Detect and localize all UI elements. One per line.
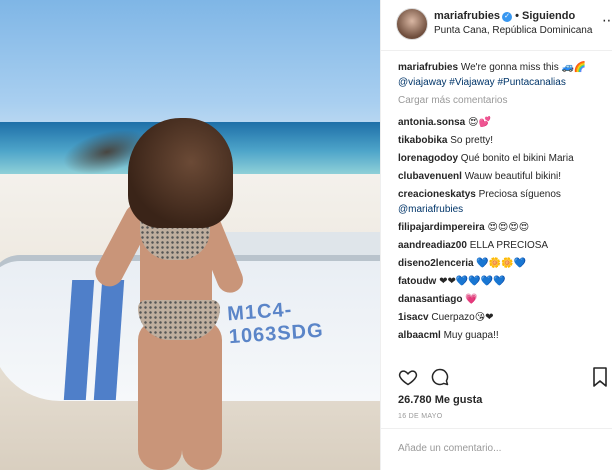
- comment-text: ELLA PRECIOSA: [469, 240, 549, 251]
- comment: diseno2lenceria 💙🌼🌼💙: [398, 256, 608, 271]
- comment-text: Wauw beautiful bikini!: [464, 171, 562, 182]
- comment-username[interactable]: lorenagodoy: [398, 153, 458, 164]
- load-more-comments-button[interactable]: Cargar más comentarios: [398, 93, 608, 108]
- comment: albaacml Muy guapa!!: [398, 328, 608, 343]
- caption: mariafrubies We're gonna miss this 🚙🌈 @v…: [398, 60, 608, 90]
- comment-username[interactable]: fatoudw: [398, 276, 436, 287]
- person-leg: [182, 320, 222, 470]
- comment-username[interactable]: danasantiago: [398, 294, 462, 305]
- comment-mention[interactable]: @mariafrubies: [398, 204, 463, 215]
- person-hair: [128, 118, 233, 228]
- verified-badge-icon: ✓: [502, 12, 513, 22]
- more-options-icon[interactable]: ⋯: [602, 12, 612, 29]
- post-author: mariafrubies ✓ • Siguiendo: [434, 10, 575, 22]
- comment-text: Muy guapa!!: [443, 330, 499, 341]
- comment-text: 😍💕: [468, 117, 491, 128]
- comment-username[interactable]: 1isacv: [398, 312, 429, 323]
- comment-text: Preciosa síguenos: [478, 189, 561, 200]
- location-link[interactable]: Punta Cana, República Dominicana: [434, 25, 592, 36]
- post-sidebar: mariafrubies ✓ • Siguiendo Punta Cana, Re…: [380, 0, 612, 470]
- comment: aandreadiaz00 ELLA PRECIOSA: [398, 238, 608, 253]
- post-date[interactable]: 16 DE MAYO: [398, 413, 443, 420]
- author-username[interactable]: mariafrubies: [434, 10, 500, 22]
- comment: filipajardimpereira 😍😍😍😍: [398, 220, 608, 235]
- comment-username[interactable]: filipajardimpereira: [398, 222, 485, 233]
- post-header: mariafrubies ✓ • Siguiendo Punta Cana, Re…: [381, 0, 612, 51]
- comment-username[interactable]: antonia.sonsa: [398, 117, 465, 128]
- post-photo[interactable]: M1C4-1063SDG: [0, 0, 380, 470]
- caption-hashtags[interactable]: @viajaway #Viajaway #Puntacanalias: [398, 77, 566, 88]
- caption-username[interactable]: mariafrubies: [398, 62, 458, 73]
- comment-text: ❤❤💙💙💙💙: [439, 276, 506, 287]
- comment: creacioneskatys Preciosa síguenos @maria…: [398, 187, 608, 217]
- caption-text: We're gonna miss this 🚙🌈: [460, 62, 587, 73]
- comment-text: So pretty!: [450, 135, 494, 146]
- comment: tikabobika So pretty!: [398, 133, 608, 148]
- comment: 1isacv Cuerpazo😘❤: [398, 310, 608, 325]
- comment-bubble-icon[interactable]: [430, 367, 450, 387]
- comment: fatoudw ❤❤💙💙💙💙: [398, 274, 608, 289]
- comment: lorenagodoy Qué bonito el bikini Maria: [398, 151, 608, 166]
- comments-section: mariafrubies We're gonna miss this 🚙🌈 @v…: [398, 60, 608, 346]
- comment: clubavenuenl Wauw beautiful bikini!: [398, 169, 608, 184]
- divider: [381, 428, 612, 429]
- comment-username[interactable]: clubavenuenl: [398, 171, 462, 182]
- comment-username[interactable]: albaacml: [398, 330, 441, 341]
- add-comment-input[interactable]: Añade un comentario...: [398, 443, 501, 454]
- comment-text: 💙🌼🌼💙: [476, 258, 527, 269]
- action-bar: [398, 367, 458, 392]
- bookmark-icon[interactable]: [593, 367, 607, 387]
- likes-count[interactable]: 26.780 Me gusta: [398, 394, 482, 406]
- comment-text: 💗: [465, 294, 478, 305]
- comment-username[interactable]: creacioneskatys: [398, 189, 476, 200]
- comment-text: Cuerpazo😘❤: [431, 312, 494, 323]
- comment-username[interactable]: tikabobika: [398, 135, 447, 146]
- comment: antonia.sonsa 😍💕: [398, 115, 608, 130]
- following-button[interactable]: Siguiendo: [522, 10, 575, 22]
- comment-username[interactable]: aandreadiaz00: [398, 240, 467, 251]
- avatar[interactable]: [396, 8, 428, 40]
- comment-text: 😍😍😍😍: [487, 222, 530, 233]
- comment: danasantiago 💗: [398, 292, 608, 307]
- heart-icon[interactable]: [398, 367, 418, 387]
- comment-username[interactable]: diseno2lenceria: [398, 258, 474, 269]
- person-leg: [138, 320, 182, 470]
- comment-text: Qué bonito el bikini Maria: [460, 153, 574, 164]
- separator-dot: •: [515, 10, 523, 22]
